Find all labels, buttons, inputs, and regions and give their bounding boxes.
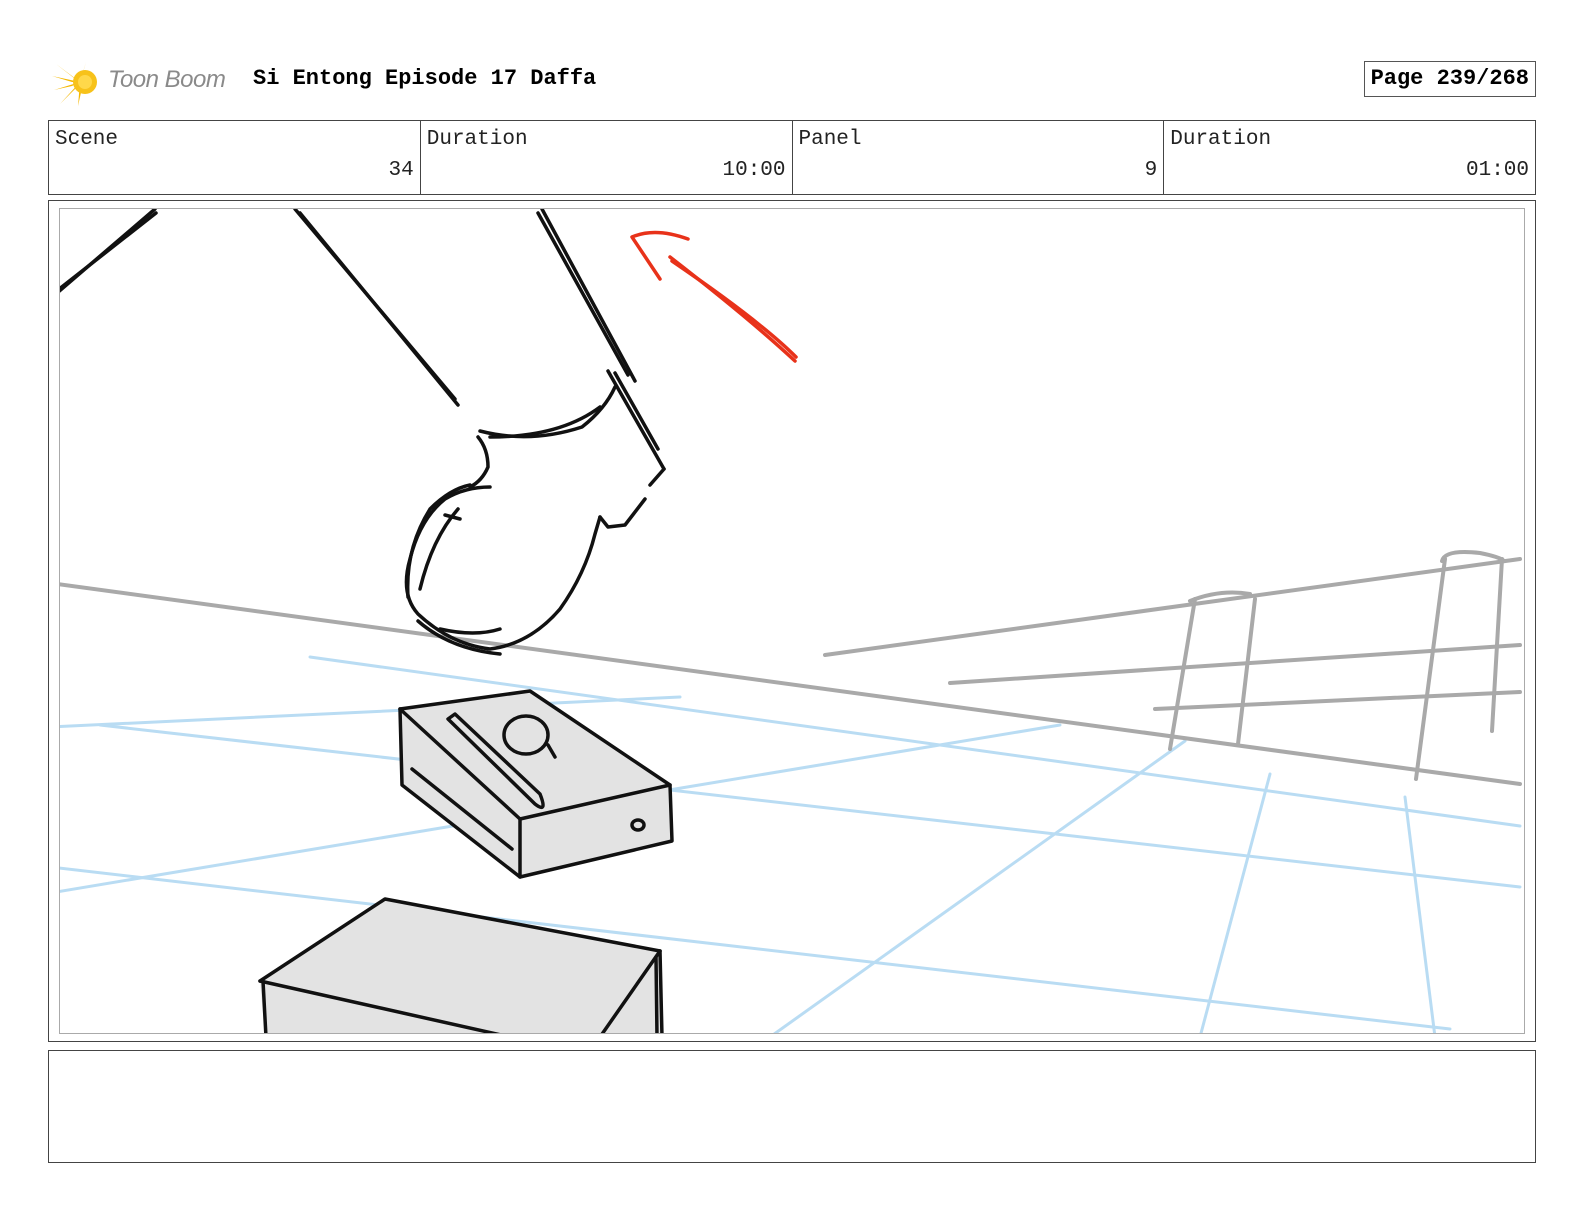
motion-arrow xyxy=(630,230,798,363)
scene-cell: Scene 34 xyxy=(49,121,421,194)
logo-text: Toon Boom xyxy=(108,66,226,93)
scene-info-table: Scene 34 Duration 10:00 Panel 9 Duration… xyxy=(48,120,1536,195)
page-header: Toon Boom Si Entong Episode 17 Daffa Pag… xyxy=(48,52,1536,106)
toon-boom-logo: Toon Boom xyxy=(52,56,242,108)
scene-duration-value: 10:00 xyxy=(722,159,786,182)
background-railing xyxy=(60,550,1522,786)
panel-cell: Panel 9 xyxy=(793,121,1165,194)
small-box xyxy=(398,689,674,879)
document-title: Si Entong Episode 17 Daffa xyxy=(253,66,597,91)
panel-value: 9 xyxy=(1144,159,1158,182)
panel-duration-cell: Duration 01:00 xyxy=(1164,121,1535,194)
scene-value: 34 xyxy=(388,159,414,182)
toon-boom-star-icon xyxy=(52,58,97,106)
storyboard-panel-frame xyxy=(48,200,1536,1042)
panel-label: Panel xyxy=(798,128,862,151)
character-fist-sketch xyxy=(60,209,666,656)
panel-duration-value: 01:00 xyxy=(1465,159,1529,182)
scene-label: Scene xyxy=(55,128,119,151)
panel-notes-box xyxy=(48,1050,1536,1163)
scene-duration-label: Duration xyxy=(426,128,528,151)
storyboard-panel-image xyxy=(59,208,1525,1034)
page-indicator: Page 239/268 xyxy=(1363,61,1536,97)
large-box xyxy=(258,897,664,1033)
scene-duration-cell: Duration 10:00 xyxy=(421,121,793,194)
panel-duration-label: Duration xyxy=(1170,128,1272,151)
storyboard-sketch xyxy=(60,209,1522,1033)
